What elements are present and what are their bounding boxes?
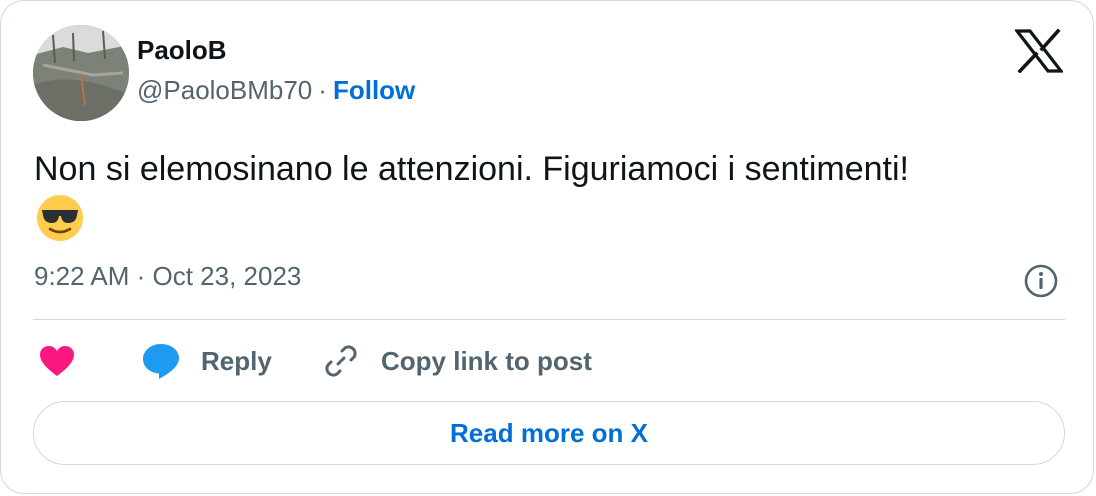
x-logo-icon[interactable] xyxy=(1013,28,1065,74)
copy-link-label: Copy link to post xyxy=(381,345,592,376)
info-icon[interactable] xyxy=(1023,263,1059,299)
sunglasses-emoji-icon xyxy=(35,193,85,243)
link-icon xyxy=(325,345,357,377)
author-display-name[interactable]: PaoloB xyxy=(137,35,227,66)
divider xyxy=(33,319,1065,320)
post-text: Non si elemosinano le attenzioni. Figuri… xyxy=(34,150,909,188)
handle-separator: · xyxy=(318,75,327,105)
post-timestamp[interactable]: 9:22 AM · Oct 23, 2023 xyxy=(34,261,301,292)
read-more-button[interactable]: Read more on X xyxy=(33,401,1065,465)
embedded-post-card: PaoloB @PaoloBMb70 · Follow Non si elemosi… xyxy=(0,0,1094,494)
copy-link-button[interactable]: Copy link to post xyxy=(321,341,592,381)
reply-label: Reply xyxy=(201,345,272,376)
author-handle[interactable]: @PaoloBMb70 xyxy=(137,75,312,105)
avatar[interactable] xyxy=(33,25,129,121)
reply-bubble-icon xyxy=(143,344,179,379)
follow-link[interactable]: Follow xyxy=(333,75,415,105)
author-handle-row: @PaoloBMb70 · Follow xyxy=(137,75,415,106)
read-more-label: Read more on X xyxy=(450,417,648,448)
heart-icon[interactable] xyxy=(39,345,75,379)
reply-button[interactable]: Reply xyxy=(141,341,272,381)
